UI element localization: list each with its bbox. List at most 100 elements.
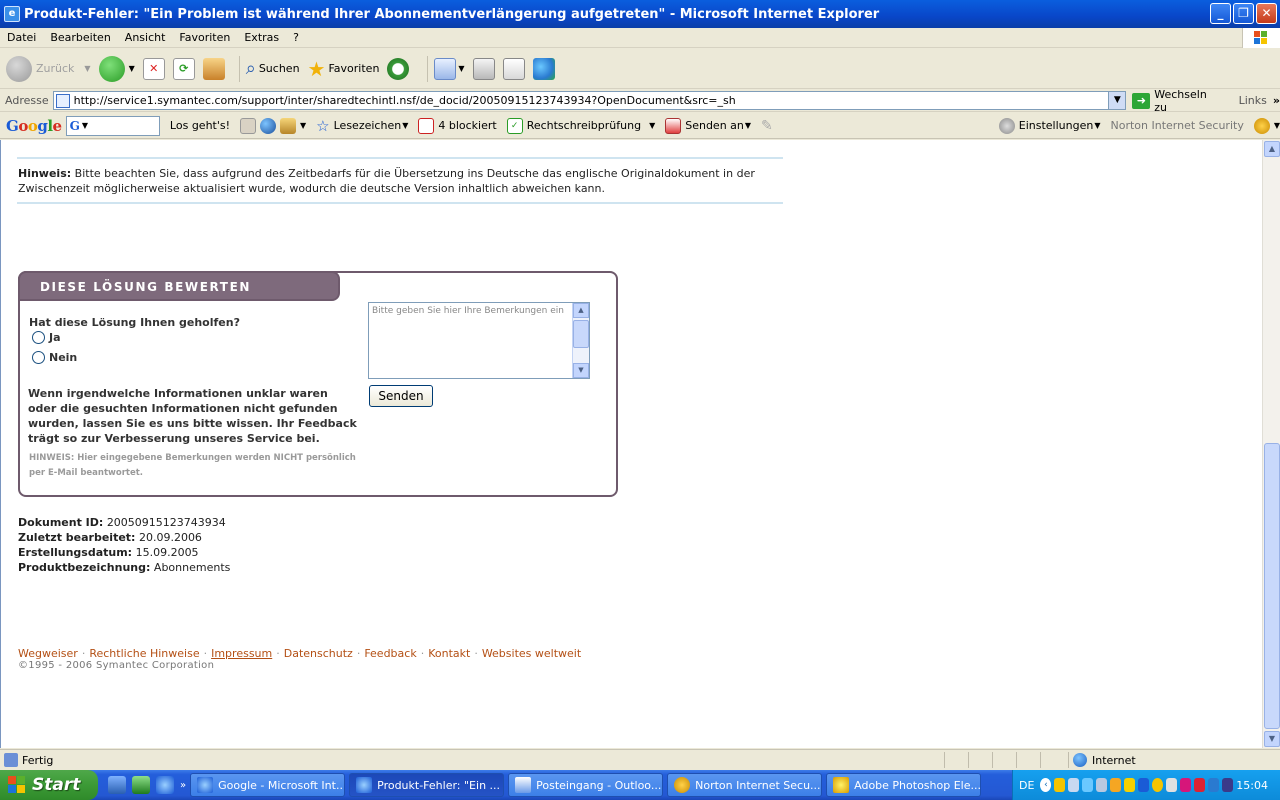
maximize-button[interactable]: ❐ [1233,3,1254,24]
task-outlook[interactable]: Posteingang - Outloo... [508,773,664,797]
norton-toolbar-label[interactable]: Norton Internet Security [1111,119,1244,132]
norton-tray-icon[interactable] [1152,778,1164,792]
rating-no-option[interactable]: Nein [32,351,77,364]
outlook-quicklaunch-icon[interactable] [108,776,126,794]
menu-favoriten[interactable]: Favoriten [172,31,237,44]
menu-help[interactable]: ? [286,31,306,44]
messenger-tray-icon[interactable] [1208,778,1220,792]
forward-dropdown-icon[interactable]: ▼ [129,64,135,73]
footer-link-worldwide[interactable]: Websites weltweit [482,647,581,660]
updates-icon[interactable] [1110,778,1122,792]
history-button[interactable] [387,57,413,80]
minimize-button[interactable]: _ [1210,3,1231,24]
address-dropdown-icon[interactable]: ▼ [1108,92,1126,109]
start-button[interactable]: Start [0,770,98,800]
telekom-icon[interactable] [1180,778,1192,792]
doc-id-value: 20050915123743934 [106,516,226,529]
security-zone[interactable]: Internet [1068,752,1136,768]
page-scrollbar[interactable]: ▲ ▼ [1262,140,1280,748]
printer-tray-icon[interactable] [1096,778,1108,792]
bookmarks-button[interactable]: ☆ Lesezeichen ▼ [316,117,408,135]
mail-button[interactable]: ▼ [434,57,465,80]
footer-link-feedback[interactable]: Feedback [364,647,416,660]
textarea-scrollbar[interactable]: ▲ ▼ [572,303,589,378]
avm-icon[interactable] [1166,778,1178,792]
tools-dropdown-icon[interactable]: ▼ [300,121,306,130]
tray-arrow-icon[interactable]: ‹ [1040,778,1052,792]
task-photoshop[interactable]: Adobe Photoshop Ele... [826,773,982,797]
product-row: Produktbezeichnung: Abonnements [18,560,230,575]
footer-link-privacy[interactable]: Datenschutz [284,647,353,660]
refresh-button[interactable]: ⟳ [172,57,195,80]
google-tools[interactable]: ▼ [240,117,306,134]
menu-datei[interactable]: Datei [0,31,43,44]
highlighter-button[interactable]: ✎ [761,118,773,134]
footer-link-wegweiser[interactable]: Wegweiser [18,647,78,660]
comments-textarea[interactable]: Bitte geben Sie hier Ihre Bemerkungen ei… [368,302,590,379]
status-panes [944,752,1064,768]
menu-ansicht[interactable]: Ansicht [118,31,173,44]
back-button[interactable]: Zurück ▼ [6,55,91,82]
address-input[interactable]: http://service1.symantec.com/support/int… [52,91,1127,110]
page-scroll-down-icon[interactable]: ▼ [1264,731,1280,747]
go-button[interactable]: ➜ Wechseln zu [1132,88,1222,114]
task-label: Google - Microsoft Int... [218,778,346,792]
messenger-button[interactable] [532,57,555,80]
rating-yes-option[interactable]: Ja [32,331,61,344]
yes-radio[interactable] [32,331,45,344]
search-button[interactable]: ⌕ Suchen [246,58,300,79]
back-dropdown-icon[interactable]: ▼ [84,64,90,73]
monitor-tray-icon[interactable] [1222,778,1234,792]
links-chevron-icon[interactable]: » [1273,94,1280,107]
security-shield-icon[interactable] [1054,778,1066,792]
excel-quicklaunch-icon[interactable] [132,776,150,794]
norton-menu-button[interactable]: ▼ [1253,117,1280,134]
send-to-button[interactable]: Senden an ▼ [665,117,751,134]
address-url[interactable]: http://service1.symantec.com/support/int… [74,94,736,107]
spellcheck-button[interactable]: ✓ Rechtschreibprüfung ▼ [506,117,655,134]
photoshop-tray-icon[interactable] [1124,778,1136,792]
menu-bearbeiten[interactable]: Bearbeiten [43,31,117,44]
forward-button[interactable]: ▼ [98,55,135,82]
settings-button[interactable]: Einstellungen ▼ [998,117,1101,134]
language-indicator[interactable]: DE [1013,779,1040,792]
scroll-up-icon[interactable]: ▲ [573,303,589,318]
footer-link-impressum[interactable]: Impressum [211,647,272,660]
task-google[interactable]: Google - Microsoft Int... [190,773,346,797]
sync-icon[interactable] [1194,778,1206,792]
google-search-dropdown-icon[interactable]: ▼ [82,121,88,130]
network-icon[interactable] [1082,778,1094,792]
submit-feedback-button[interactable]: Senden [369,385,433,407]
close-button[interactable]: ✕ [1256,3,1277,24]
google-search-input[interactable]: G ▼ [65,115,160,136]
document-metadata: Dokument ID: 20050915123743934 Zuletzt b… [18,515,230,575]
print-button[interactable] [472,57,495,80]
volume-icon[interactable] [1068,778,1080,792]
stop-button[interactable]: ✕ [142,57,165,80]
google-logo[interactable]: Google [6,117,62,135]
links-toolbar[interactable]: Links [1239,94,1267,107]
page-scroll-up-icon[interactable]: ▲ [1264,141,1280,157]
menu-extras[interactable]: Extras [237,31,286,44]
task-norton[interactable]: Norton Internet Secu... [667,773,823,797]
quicklaunch-chevron-icon[interactable]: » [180,780,186,791]
ie-quicklaunch-icon[interactable] [156,776,174,794]
favorites-button[interactable]: ★ Favoriten [308,57,380,81]
clock[interactable]: 15:04 [1236,779,1268,792]
search-icon: ⌕ [245,58,256,79]
textarea-scroll-thumb[interactable] [573,320,589,348]
bluetooth-icon[interactable] [1138,778,1150,792]
no-radio[interactable] [32,351,45,364]
edit-button[interactable] [502,57,525,80]
scroll-down-icon[interactable]: ▼ [573,363,589,378]
google-go-button[interactable]: Los geht's! [170,119,230,132]
footer-link-legal[interactable]: Rechtliche Hinweise [89,647,199,660]
popup-blocker-button[interactable]: 4 blockiert [418,117,497,134]
task-produkt-fehler[interactable]: Produkt-Fehler: "Ein ... [349,773,505,797]
home-button[interactable] [202,57,225,80]
updated-value: 20.09.2006 [138,531,202,544]
footer-link-contact[interactable]: Kontakt [428,647,470,660]
toolbar-separator [238,55,240,82]
page-scroll-thumb[interactable] [1264,443,1280,729]
rating-question: Hat diese Lösung Ihnen geholfen? [29,316,240,329]
